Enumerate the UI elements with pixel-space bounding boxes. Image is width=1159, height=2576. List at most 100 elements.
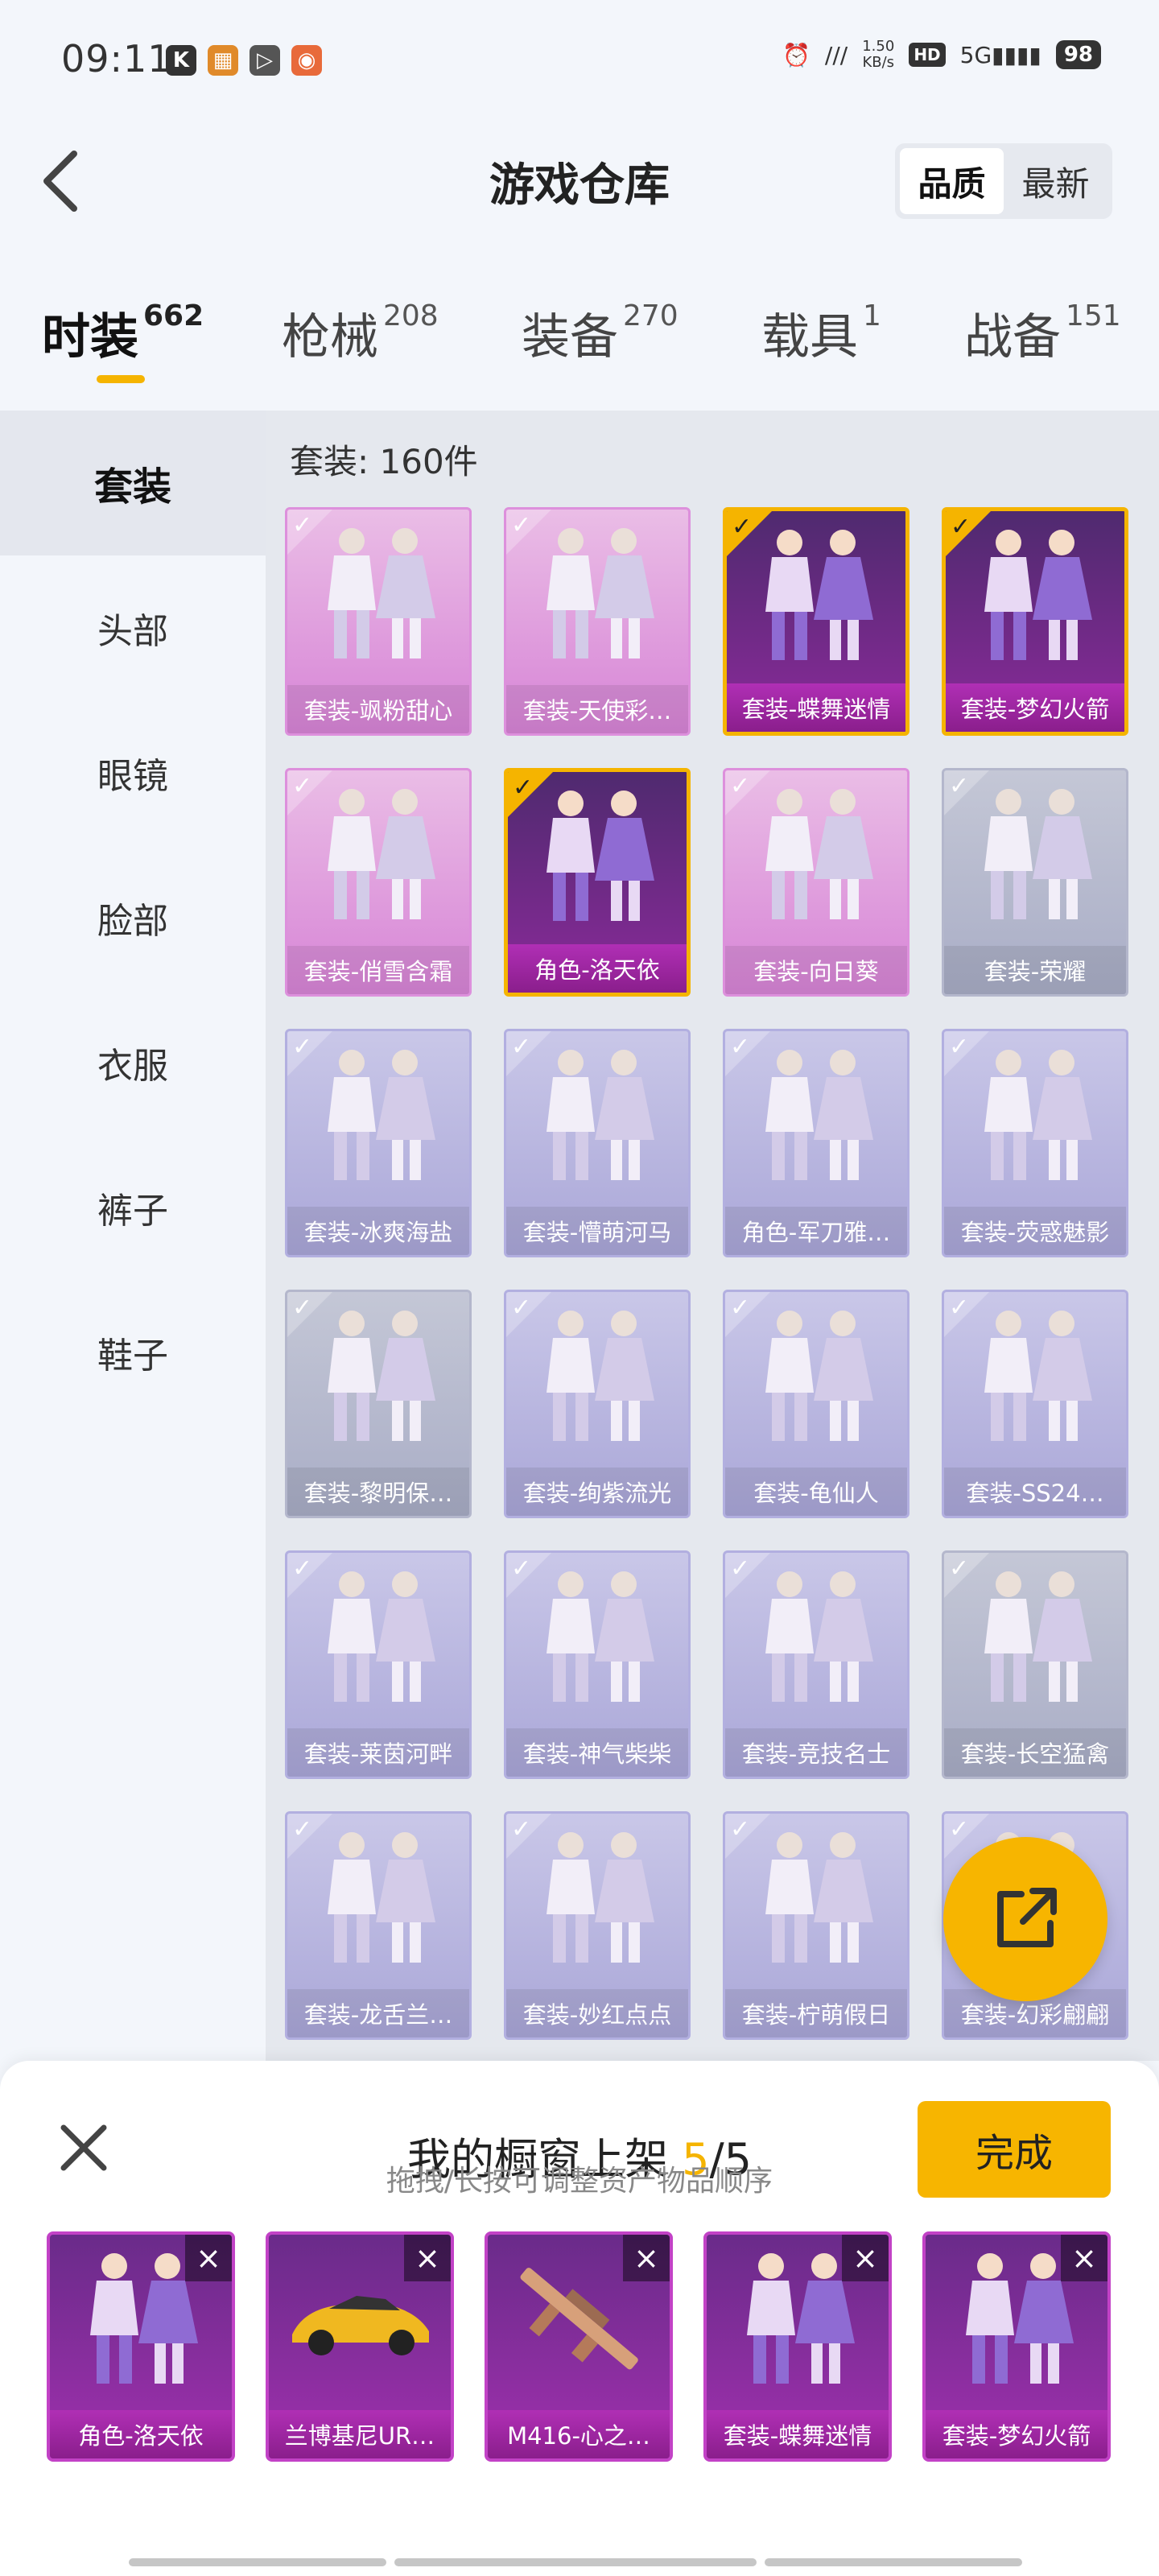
outfit-card[interactable]: ✓ 套装-荣耀 — [942, 768, 1128, 997]
outfit-card[interactable]: ✓ 套装-荧惑魅影 — [942, 1029, 1128, 1257]
outfit-card[interactable]: ✓ 套装-莱茵河畔 — [285, 1550, 472, 1779]
app-game-icon: ▦ — [208, 45, 238, 76]
outfit-card[interactable]: ✓ 套装-绚紫流光 — [504, 1290, 691, 1518]
outfit-card-label: 角色-军刀雅… — [725, 1207, 907, 1255]
tab-guns[interactable]: 枪械 208 — [282, 298, 439, 368]
tab-count: 151 — [1066, 299, 1121, 332]
home-bar-segment — [765, 2558, 1022, 2566]
outfit-card[interactable]: ✓ 套装-神气柴柴 — [504, 1550, 691, 1779]
net-speed-unit: KB/s — [862, 54, 895, 71]
remove-item-button[interactable]: × — [404, 2235, 451, 2281]
outfit-card[interactable]: ✓ 套装-俏雪含霜 — [285, 768, 472, 997]
outfit-thumbnail — [944, 1292, 1126, 1461]
item-grid: 套装: 160件 ✓ 套装-飒粉甜心 ✓ 套装-天使彩… ✓ 套装-蝶舞迷情 ✓ 套装-梦幻火… — [266, 411, 1159, 2061]
outfit-card-label: 套装-柠萌假日 — [725, 1989, 907, 2037]
subcategory-sidebar: 套装 头部 眼镜 脸部 衣服 裤子 鞋子 — [0, 411, 266, 2061]
outfit-card[interactable]: ✓ 角色-洛天依 — [504, 768, 691, 997]
tab-count: 662 — [143, 299, 204, 332]
outfit-card-label: 套装-龟仙人 — [725, 1468, 907, 1516]
outfit-card-label: 套装-冰爽海盐 — [287, 1207, 469, 1255]
home-bar-segment — [394, 2558, 757, 2566]
outfit-card[interactable]: ✓ 套装-冰爽海盐 — [285, 1029, 472, 1257]
sidebar-item-glasses[interactable]: 眼镜 — [0, 700, 266, 845]
sidebar-item-face[interactable]: 脸部 — [0, 845, 266, 990]
outfit-card[interactable]: ✓ 套装-天使彩… — [504, 507, 691, 736]
sidebar-item-clothes[interactable]: 衣服 — [0, 990, 266, 1135]
tab-vehicles[interactable]: 载具 1 — [761, 298, 881, 368]
share-external-icon — [997, 1888, 1057, 1947]
grid-count-header: 套装: 160件 — [290, 442, 478, 481]
outfit-card-label: 套装-懵萌河马 — [506, 1207, 688, 1255]
outfit-card[interactable]: ✓ 套装-蝶舞迷情 — [723, 507, 909, 736]
sidebar-item-suits[interactable]: 套装 — [0, 411, 266, 555]
remove-item-button[interactable]: × — [185, 2235, 232, 2281]
category-tabs: 时装 662 枪械 208 装备 270 载具 1 战备 151 — [0, 298, 1159, 394]
battery-indicator: 98 — [1055, 40, 1101, 69]
outfit-card[interactable]: ✓ 套装-飒粉甜心 — [285, 507, 472, 736]
showcase-item[interactable]: × 套装-蝶舞迷情 — [703, 2231, 892, 2462]
app-mascot-icon: ◉ — [291, 45, 322, 76]
outfit-thumbnail — [725, 770, 907, 939]
sidebar-item-head[interactable]: 头部 — [0, 555, 266, 700]
outfit-thumbnail — [287, 1292, 469, 1461]
outfit-thumbnail — [506, 1292, 688, 1461]
showcase-item-label: 套装-蝶舞迷情 — [707, 2410, 889, 2458]
outfit-card-label: 套装-飒粉甜心 — [287, 685, 469, 733]
tab-fashion[interactable]: 时装 662 — [42, 298, 204, 368]
outfit-thumbnail — [506, 510, 688, 679]
showcase-item[interactable]: × M416-心之… — [485, 2231, 673, 2462]
share-button[interactable] — [943, 1837, 1107, 2001]
outfit-card-label: 套装-长空猛禽 — [944, 1728, 1126, 1777]
outfit-card[interactable]: ✓ 套装-黎明保… — [285, 1290, 472, 1518]
showcase-item[interactable]: × 角色-洛天依 — [47, 2231, 235, 2462]
tab-equipment[interactable]: 装备 270 — [522, 298, 678, 368]
remove-item-button[interactable]: × — [842, 2235, 889, 2281]
tab-count: 1 — [863, 299, 881, 332]
outfit-card[interactable]: ✓ 套装-妙红点点 — [504, 1811, 691, 2040]
outfit-card[interactable]: ✓ 套装-龙舌兰… — [285, 1811, 472, 2040]
outfit-card-label: 套装-神气柴柴 — [506, 1728, 688, 1777]
outfit-card-label: 套装-荣耀 — [944, 946, 1126, 994]
status-right: ⏰ /// 1.50 KB/s HD 5G▮▮▮▮ 98 — [782, 39, 1101, 71]
outfit-card-label: 套装-SS24… — [944, 1468, 1126, 1516]
app-video-icon: ▷ — [250, 45, 280, 76]
outfit-card-label: 套装-妙红点点 — [506, 1989, 688, 2037]
tab-label: 战备 — [964, 309, 1061, 365]
showcase-item[interactable]: × 兰博基尼UR… — [266, 2231, 454, 2462]
outfit-card[interactable]: ✓ 套装-竞技名士 — [723, 1550, 909, 1779]
sidebar-item-shoes[interactable]: 鞋子 — [0, 1280, 266, 1425]
outfit-thumbnail — [287, 510, 469, 679]
signal-strength-icon: /// — [824, 41, 848, 68]
remove-item-button[interactable]: × — [1061, 2235, 1107, 2281]
showcase-item[interactable]: × 套装-梦幻火箭 — [922, 2231, 1111, 2462]
active-tab-indicator — [97, 375, 145, 383]
hd-badge: HD — [909, 43, 946, 67]
status-bar: 09:11 K ▦ ▷ ◉ ⏰ /// 1.50 KB/s HD 5G▮▮▮▮ … — [0, 0, 1159, 121]
outfit-card-label: 套装-天使彩… — [506, 685, 688, 733]
sidebar-item-pants[interactable]: 裤子 — [0, 1135, 266, 1280]
outfit-card[interactable]: ✓ 套装-向日葵 — [723, 768, 909, 997]
outfit-card[interactable]: ✓ 套装-SS24… — [942, 1290, 1128, 1518]
outfit-thumbnail — [508, 772, 687, 941]
net-speed: 1.50 KB/s — [862, 39, 894, 71]
outfit-thumbnail — [944, 1553, 1126, 1722]
remove-item-button[interactable]: × — [623, 2235, 670, 2281]
sort-toggle: 品质 最新 — [895, 143, 1112, 219]
status-time: 09:11 — [61, 37, 172, 80]
outfit-card[interactable]: ✓ 套装-龟仙人 — [723, 1290, 909, 1518]
outfit-card[interactable]: ✓ 套装-梦幻火箭 — [942, 507, 1128, 736]
outfit-thumbnail — [506, 1814, 688, 1983]
net-speed-value: 1.50 — [862, 38, 895, 55]
outfit-card[interactable]: ✓ 套装-柠萌假日 — [723, 1811, 909, 2040]
sort-latest-button[interactable]: 最新 — [1004, 148, 1107, 214]
showcase-sheet: 我的橱窗上架 5/5 完成 × 角色-洛天依 × 兰博基尼UR… × M416-心之… × 套… — [0, 2061, 1159, 2576]
tab-supplies[interactable]: 战备 151 — [964, 298, 1121, 368]
outfit-thumbnail — [725, 1814, 907, 1983]
outfit-card-label: 套装-龙舌兰… — [287, 1989, 469, 2037]
outfit-card[interactable]: ✓ 套装-懵萌河马 — [504, 1029, 691, 1257]
outfit-card[interactable]: ✓ 套装-长空猛禽 — [942, 1550, 1128, 1779]
tab-count: 208 — [383, 299, 439, 332]
sort-quality-button[interactable]: 品质 — [900, 148, 1004, 214]
tab-count: 270 — [623, 299, 678, 332]
outfit-card[interactable]: ✓ 角色-军刀雅… — [723, 1029, 909, 1257]
